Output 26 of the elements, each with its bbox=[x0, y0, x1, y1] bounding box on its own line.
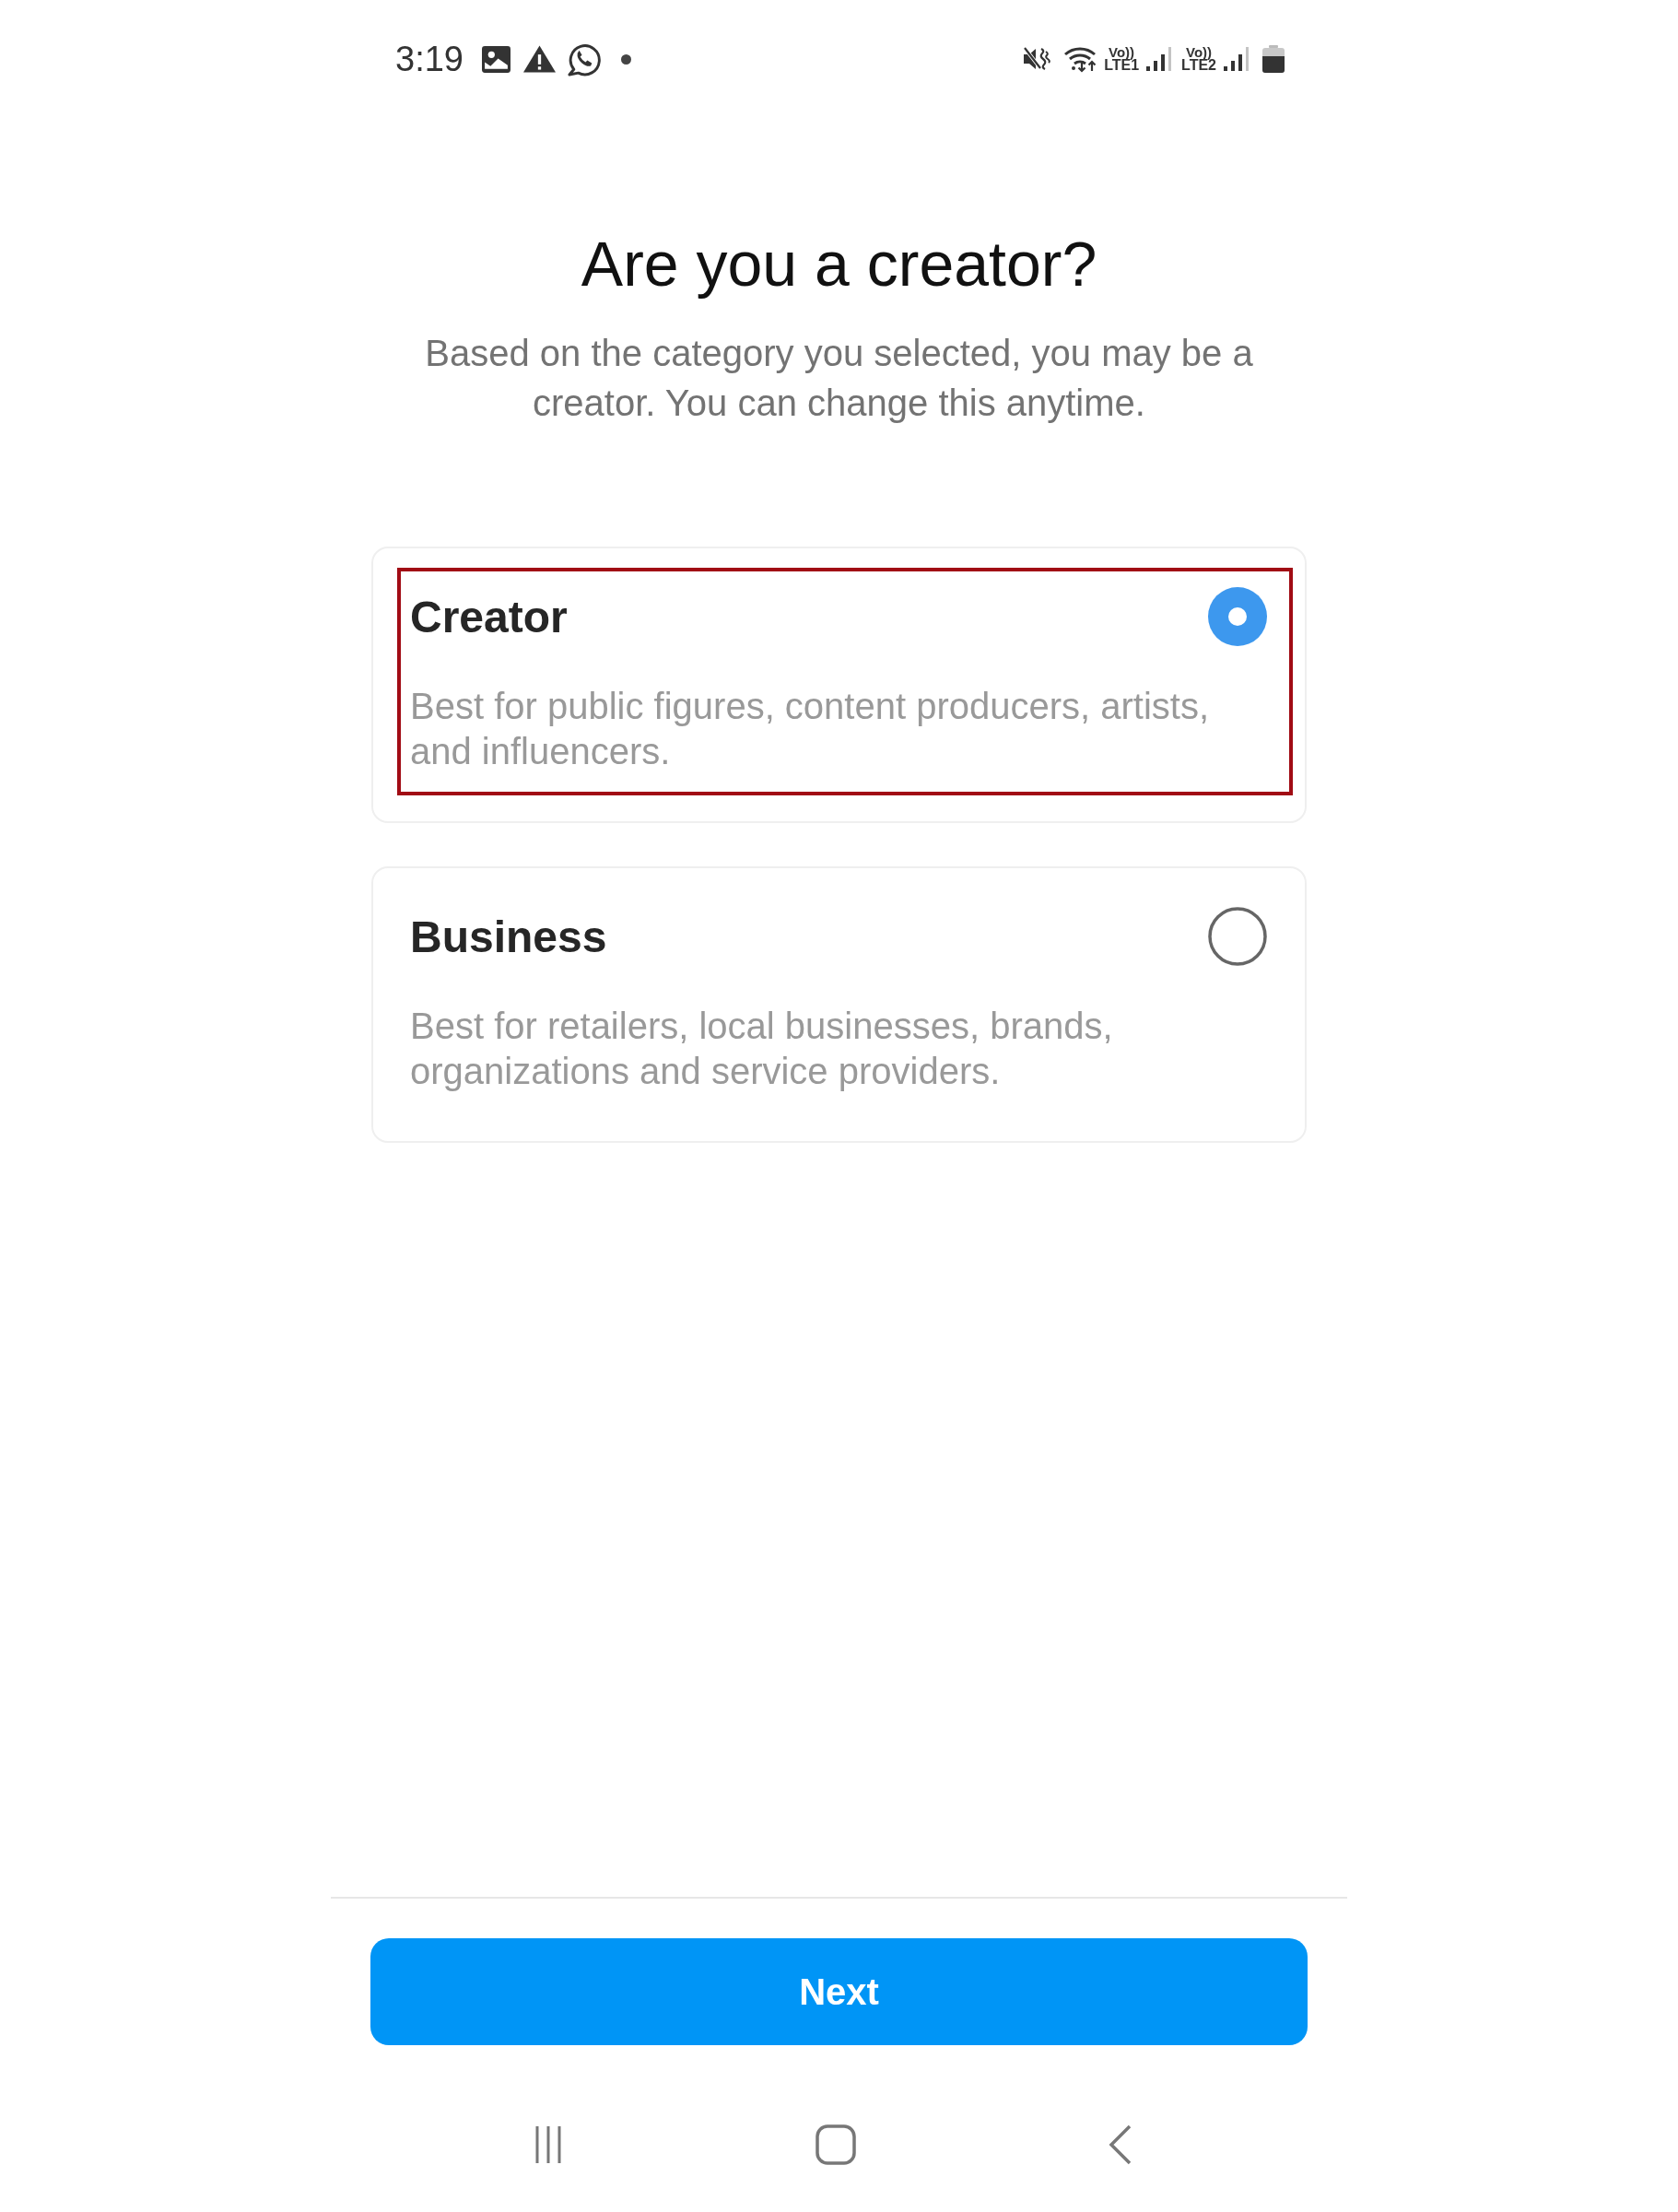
signal-icon bbox=[1224, 46, 1250, 72]
network-label: LTE2 bbox=[1181, 59, 1216, 72]
volte-label: Vo)) bbox=[1109, 46, 1135, 59]
battery-icon bbox=[1262, 45, 1285, 73]
warning-icon bbox=[522, 45, 556, 73]
option-title: Business bbox=[410, 911, 607, 962]
back-icon[interactable] bbox=[1109, 2124, 1132, 2165]
option-description: Best for retailers, local businesses, brands, organizations and service providers. bbox=[410, 1005, 1114, 1093]
home-icon[interactable] bbox=[815, 2124, 856, 2165]
option-card[interactable]: Business Best for retailers, local businesses, brands, organizations and service providers. bbox=[371, 866, 1307, 1143]
option-title: Creator bbox=[410, 591, 568, 642]
status-time: 3:19 bbox=[395, 39, 464, 79]
volte-label: Vo)) bbox=[1186, 46, 1213, 59]
option-description: Best for public figures, content producers, artists, and influencers. bbox=[410, 685, 1211, 773]
radio-button[interactable] bbox=[1208, 907, 1267, 966]
phone-bubble-icon bbox=[566, 41, 601, 76]
option-card[interactable]: Creator Best for public figures, content producers, artists, and influencers. bbox=[371, 547, 1307, 823]
page-title: Are you a creator? bbox=[580, 228, 1098, 300]
signal-icon bbox=[1146, 46, 1173, 72]
image-icon bbox=[481, 45, 510, 73]
page-subtitle: Based on the category you selected, you may be a creator. You can change this anytime. bbox=[424, 332, 1254, 425]
radio-button[interactable] bbox=[1208, 587, 1267, 646]
recent-apps-icon[interactable] bbox=[534, 2124, 562, 2165]
network-label: LTE1 bbox=[1104, 59, 1140, 72]
mute-icon bbox=[1023, 45, 1051, 73]
notification-dot-icon bbox=[620, 53, 631, 65]
